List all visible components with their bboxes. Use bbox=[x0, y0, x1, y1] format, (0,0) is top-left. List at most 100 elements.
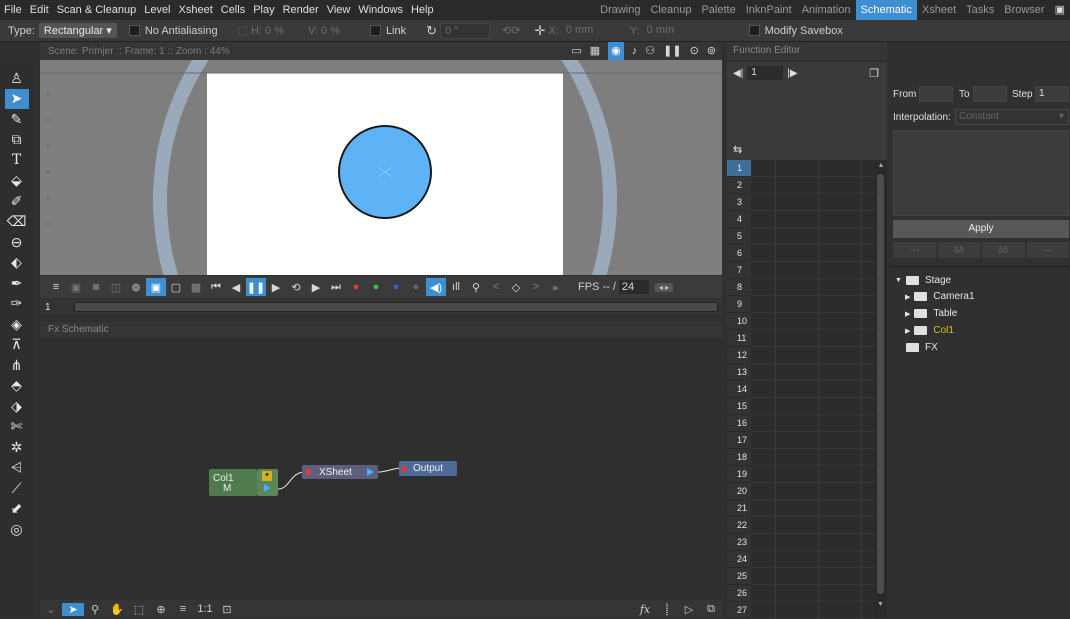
style-picker-tool-icon[interactable]: ⬖ bbox=[5, 253, 29, 274]
focus-on-current-icon[interactable]: ⊕ bbox=[150, 603, 172, 616]
menu-level[interactable]: Level bbox=[140, 0, 174, 20]
v-value[interactable]: 0 % bbox=[321, 25, 340, 37]
link-option[interactable]: Link bbox=[369, 25, 406, 37]
camera-view-icon[interactable]: ▭ bbox=[571, 42, 581, 60]
safe-area-icon[interactable]: ⊚ bbox=[707, 42, 716, 60]
compare-icon[interactable]: ◫ bbox=[106, 278, 126, 296]
reorder-nodes-icon[interactable]: ≡ bbox=[172, 603, 194, 615]
freeze-icon[interactable]: ❚❚ bbox=[663, 42, 681, 60]
scrollbar-down-arrow[interactable]: ▼ bbox=[877, 601, 884, 608]
last-frame-icon[interactable]: ⏭ bbox=[326, 278, 346, 296]
apply-button[interactable]: Apply bbox=[893, 220, 1069, 238]
y-field[interactable]: 0 mm bbox=[643, 23, 693, 39]
menu-xsheet[interactable]: Xsheet bbox=[175, 0, 217, 20]
zoom-icon[interactable]: ⚲ bbox=[466, 278, 486, 296]
menu-scan-cleanup[interactable]: Scan & Cleanup bbox=[53, 0, 141, 20]
segment-button-4[interactable]: --- bbox=[1026, 242, 1069, 258]
tree-item-stage[interactable]: ▼ Stage bbox=[889, 272, 1070, 289]
menu-icon[interactable]: ≡ bbox=[46, 278, 66, 296]
tree-item-fx[interactable]: FX bbox=[889, 339, 1070, 356]
swap-schematic-icon[interactable]: ⧉ bbox=[700, 603, 722, 616]
interpolation-dropdown[interactable]: Constant ▾ bbox=[955, 109, 1069, 125]
h-value[interactable]: 0 % bbox=[265, 25, 284, 37]
paint-brush-tool-icon[interactable]: ✐ bbox=[5, 191, 29, 212]
define-subcamera-icon[interactable]: ⊚ bbox=[126, 278, 146, 296]
no-antialiasing-option[interactable]: No Antialiasing bbox=[128, 25, 218, 37]
room-tab-browser[interactable]: Browser bbox=[999, 0, 1049, 20]
fit-to-window-icon[interactable]: ⬚ bbox=[128, 603, 150, 616]
expand-arrow-icon[interactable]: ▼ bbox=[895, 277, 902, 284]
expression-area[interactable] bbox=[893, 130, 1069, 216]
fx-schematic-canvas[interactable]: Col1 M ✦ XSheet Output bbox=[40, 338, 722, 600]
output-toggle-icon[interactable]: ▷ bbox=[678, 603, 700, 616]
tree-item-col1[interactable]: ▶ Col1 bbox=[889, 322, 1070, 339]
frame-row-header[interactable]: 7 bbox=[727, 262, 751, 279]
room-tab-animation[interactable]: Animation bbox=[797, 0, 856, 20]
segment-button-2[interactable]: δδ bbox=[937, 242, 980, 258]
stage-toggle-icon[interactable]: ⸽ bbox=[656, 602, 678, 617]
fill-tool-icon[interactable]: ⬙ bbox=[5, 171, 29, 192]
frame-row-header[interactable]: 25 bbox=[727, 568, 751, 585]
function-spreadsheet[interactable]: 1 2 3 4 5 6 7 8 9 10 11 12 13 14 15 16 17 18 19 20 21 22 23 24 2… bbox=[727, 160, 875, 619]
room-tab-xsheet[interactable]: Xsheet bbox=[917, 0, 961, 20]
segment-button-1[interactable]: --- bbox=[893, 242, 936, 258]
frame-field[interactable]: 1 bbox=[40, 302, 74, 313]
pinch-tool-icon[interactable]: ◈ bbox=[5, 314, 29, 335]
modify-savebox-checkbox[interactable] bbox=[748, 25, 760, 36]
scrollbar-thumb[interactable] bbox=[877, 174, 884, 594]
selection-tool-icon[interactable]: ➤ bbox=[4, 88, 29, 109]
eraser-tool-icon[interactable]: ⌫ bbox=[5, 212, 29, 233]
render-toggle-icon[interactable]: ✦ bbox=[262, 471, 272, 481]
prev-key-button[interactable]: ◀| bbox=[733, 68, 743, 79]
no-antialiasing-checkbox[interactable] bbox=[128, 25, 140, 36]
xsheet-output-port[interactable] bbox=[367, 468, 374, 476]
type-dropdown[interactable]: Rectangular ▾ bbox=[38, 23, 117, 38]
frame-row-header[interactable]: 20 bbox=[727, 483, 751, 500]
green-channel-icon[interactable]: ● bbox=[366, 278, 386, 296]
frame-row-header[interactable]: 4 bbox=[727, 211, 751, 228]
frame-row-header[interactable]: 26 bbox=[727, 585, 751, 602]
segment-button-3[interactable]: δδ bbox=[982, 242, 1025, 258]
brush-tool-icon[interactable]: ✎ bbox=[5, 109, 29, 130]
table-view-icon[interactable]: ▦ bbox=[590, 42, 600, 60]
frame-row-header[interactable]: 27 bbox=[727, 602, 751, 619]
frame-row-header[interactable]: 5 bbox=[727, 228, 751, 245]
animate-tool-icon[interactable]: ♙ bbox=[5, 68, 29, 89]
tree-item-table[interactable]: ▶ Table bbox=[889, 305, 1070, 322]
menu-cells[interactable]: Cells bbox=[217, 0, 249, 20]
zoom-tool-icon[interactable]: ◎ bbox=[5, 519, 29, 540]
expand-arrow-icon[interactable]: ▶ bbox=[905, 327, 910, 335]
room-tab-palette[interactable]: Palette bbox=[696, 0, 740, 20]
pump-tool-icon[interactable]: ⊼ bbox=[5, 335, 29, 356]
sound-icon[interactable]: ◀) bbox=[426, 278, 446, 296]
frame-row-header[interactable]: 13 bbox=[727, 364, 751, 381]
skeleton-tool-icon[interactable]: ✲ bbox=[5, 437, 29, 458]
schematic-hand-icon[interactable]: ✋ bbox=[106, 603, 128, 616]
frame-row-header[interactable]: 6 bbox=[727, 245, 751, 262]
loop-icon[interactable]: ⟲ bbox=[286, 278, 306, 296]
next-frame-icon[interactable]: ▶ bbox=[306, 278, 326, 296]
frame-row-header[interactable]: 17 bbox=[727, 432, 751, 449]
menu-file[interactable]: File bbox=[0, 0, 26, 20]
step-field[interactable]: 1 bbox=[1035, 86, 1069, 102]
tracker-tool-icon[interactable]: ⩤ bbox=[5, 458, 29, 479]
room-tab-tasks[interactable]: Tasks bbox=[961, 0, 999, 20]
frame-row-header[interactable]: 22 bbox=[727, 517, 751, 534]
frame-row-header[interactable]: 24 bbox=[727, 551, 751, 568]
preview-toggle-icon[interactable]: ◉ bbox=[608, 42, 624, 60]
fps-field[interactable]: 24 bbox=[618, 280, 649, 294]
menu-edit[interactable]: Edit bbox=[26, 0, 53, 20]
rgb-picker-tool-icon[interactable]: ✒ bbox=[5, 273, 29, 294]
schematic-select-icon[interactable]: ➤ bbox=[62, 602, 84, 616]
frame-row-header[interactable]: 2 bbox=[727, 177, 751, 194]
menu-view[interactable]: View bbox=[323, 0, 355, 20]
schematic-zoom-icon[interactable]: ⚲ bbox=[84, 603, 106, 616]
blue-channel-icon[interactable]: ● bbox=[386, 278, 406, 296]
key-icon[interactable]: ◇ bbox=[506, 278, 526, 296]
next-key-icon[interactable]: > bbox=[526, 278, 546, 296]
frame-row-header[interactable]: 19 bbox=[727, 466, 751, 483]
frame-slider[interactable] bbox=[74, 302, 718, 312]
first-frame-icon[interactable]: ⏮ bbox=[206, 278, 226, 296]
hook-tool-icon[interactable]: ⟋ bbox=[5, 478, 29, 499]
geometric-tool-icon[interactable]: ⧉ bbox=[5, 130, 29, 151]
